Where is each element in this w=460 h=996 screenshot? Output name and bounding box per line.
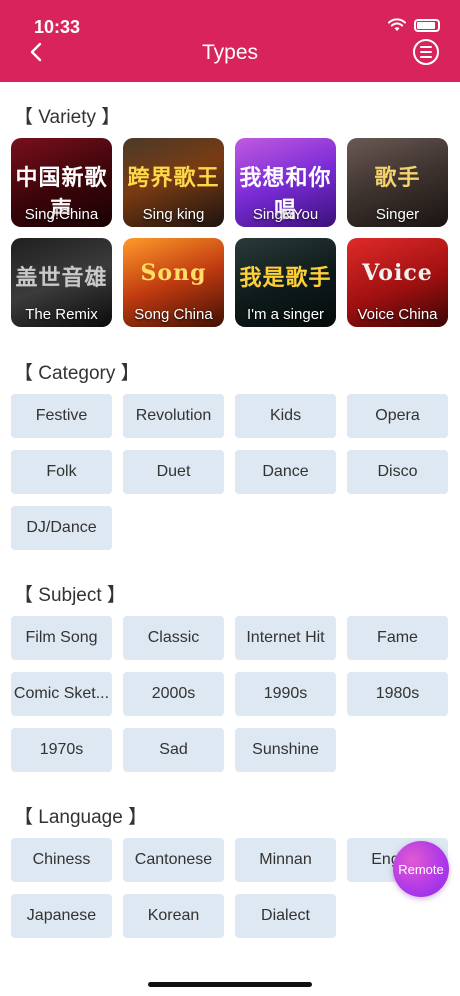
section-title-variety: 【 Variety 】 [14,107,121,128]
home-indicator [148,982,312,987]
variety-card-label: Sing!China [24,206,99,223]
category-chip[interactable]: DJ/Dance [11,506,112,550]
variety-card-logo-text: 盖世音雄 [15,265,108,291]
category-chip[interactable]: Kids [235,394,336,438]
language-chip[interactable]: Minnan [235,838,336,882]
category-chip[interactable]: Festive [11,394,112,438]
subject-chip[interactable]: Classic [123,616,224,660]
subject-chip[interactable]: Internet Hit [235,616,336,660]
menu-icon-line [420,46,432,48]
category-chip[interactable]: Opera [347,394,448,438]
variety-card-logo-text: 歌手 [374,165,421,191]
subject-chip[interactable]: Sunshine [235,728,336,772]
section-title-language: 【 Language 】 [14,807,148,828]
variety-card-label: The Remix [25,306,98,323]
remote-button[interactable]: Remote [393,841,449,897]
status-icons [388,18,440,32]
variety-card[interactable]: 我想和你唱 Sing&You [235,138,336,227]
variety-card[interactable]: Voice Voice China [347,238,448,327]
menu-button[interactable] [413,39,439,65]
category-chip[interactable]: Duet [123,450,224,494]
category-chip[interactable]: Revolution [123,394,224,438]
language-chip[interactable]: Chiness [11,838,112,882]
language-chip[interactable]: Korean [123,894,224,938]
variety-card-label: I'm a singer [246,306,325,323]
nav-bar: 10:33 Types [0,0,460,82]
variety-card-logo-text: 我是歌手 [239,265,332,291]
subject-chip[interactable]: Comic Sket... [11,672,112,716]
category-chip[interactable]: Disco [347,450,448,494]
variety-card-label: Voice China [357,306,438,323]
variety-card-logo-text: Voice [362,260,433,286]
variety-card-label: Singer [375,206,420,223]
language-chip[interactable]: Cantonese [123,838,224,882]
battery-icon [414,18,440,32]
variety-card[interactable]: 我是歌手 I'm a singer [235,238,336,327]
variety-card-logo-text: Song [140,260,207,286]
menu-icon-line [420,56,432,58]
variety-card[interactable]: 歌手 Singer [347,138,448,227]
variety-card[interactable]: 中国新歌声 Sing!China [11,138,112,227]
variety-card[interactable]: Song Song China [123,238,224,327]
variety-card[interactable]: 盖世音雄 The Remix [11,238,112,327]
section-title-category: 【 Category 】 [14,363,140,384]
variety-card-label: Sing&You [252,206,319,223]
subject-chip[interactable]: 1990s [235,672,336,716]
variety-card-logo-text: 跨界歌王 [127,165,220,191]
subject-chip[interactable]: 1980s [347,672,448,716]
section-title-subject: 【 Subject 】 [14,585,126,606]
subject-chip[interactable]: Film Song [11,616,112,660]
variety-card-label: Song China [134,306,213,323]
variety-card-label: Sing king [142,206,205,223]
subject-chip[interactable]: 1970s [11,728,112,772]
subject-chip[interactable]: 2000s [123,672,224,716]
menu-icon-line [420,51,432,53]
subject-chip[interactable]: Sad [123,728,224,772]
wifi-icon [388,18,406,31]
language-chip[interactable]: Japanese [11,894,112,938]
page-title: Types [201,41,259,64]
status-time: 10:33 [34,17,81,37]
category-chip[interactable]: Dance [235,450,336,494]
subject-chip[interactable]: Fame [347,616,448,660]
variety-card[interactable]: 跨界歌王 Sing king [123,138,224,227]
category-chip[interactable]: Folk [11,450,112,494]
language-chip[interactable]: Dialect [235,894,336,938]
